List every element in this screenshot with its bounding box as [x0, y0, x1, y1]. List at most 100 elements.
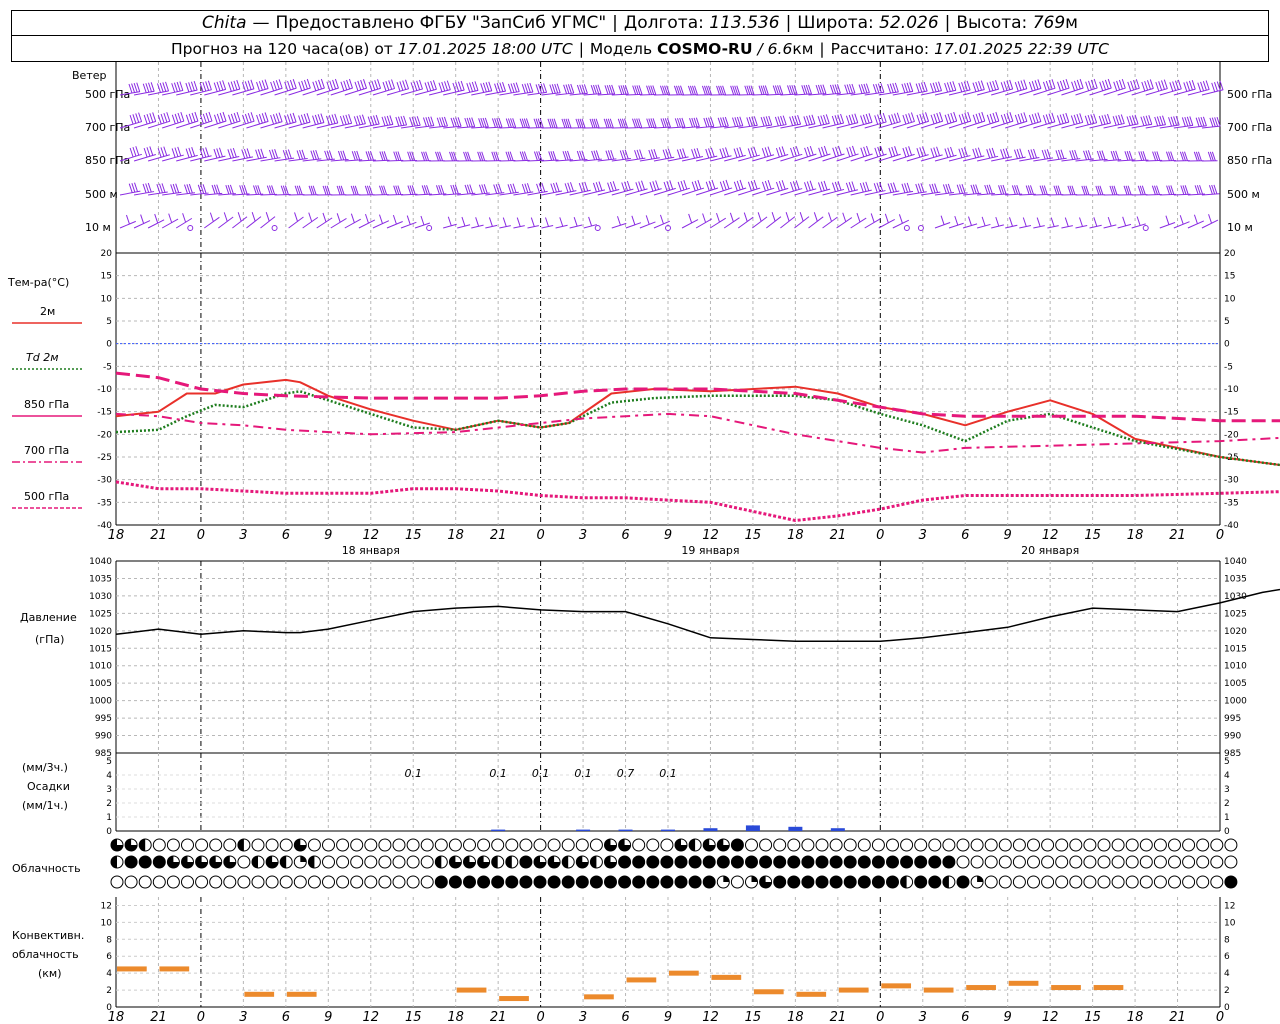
wind-barb-feather	[275, 113, 280, 123]
wind-barb-feather	[494, 83, 499, 93]
cloud-symbol	[1111, 855, 1125, 869]
cloud-symbol	[1224, 838, 1238, 852]
wind-barb-feather	[890, 182, 895, 193]
wind-barb-feather	[510, 183, 514, 194]
wind-barb-feather	[150, 82, 155, 92]
conv-ytick-left: 6	[106, 952, 112, 962]
wind-barb-feather	[1173, 116, 1178, 126]
temp-series-1	[115, 390, 1280, 467]
cloud-symbol	[589, 838, 603, 852]
precip-ytick-left: 0	[106, 827, 112, 837]
wind-barb-feather	[677, 181, 682, 192]
wind-barb-feather	[719, 181, 724, 191]
wind-barb-feather	[1065, 78, 1070, 89]
wind-barb-shaft	[1117, 223, 1132, 229]
wind-barb-feather	[915, 83, 920, 93]
pressure-ytick-left: 1040	[89, 557, 112, 567]
wind-barb-feather	[329, 80, 334, 91]
temp-ytick-right: 0	[1224, 340, 1230, 350]
cloud-fill	[519, 856, 532, 868]
wind-barb-feather	[143, 147, 148, 158]
cloud-symbol	[1168, 875, 1181, 889]
wind-barb-feather	[961, 147, 966, 158]
wind-barb-feather	[306, 113, 311, 123]
wind-barb-shaft	[948, 222, 964, 229]
wind-barb-feather	[350, 213, 355, 223]
wind-barb-feather	[682, 148, 687, 158]
wind-barb-feather	[958, 82, 963, 93]
wind-barb-feather	[258, 81, 263, 91]
cloud-fill	[886, 876, 899, 888]
wind-barb-feather	[185, 114, 190, 124]
wind-barb-feather	[499, 82, 504, 92]
wind-barb-feather	[1159, 115, 1164, 126]
precip-bar	[830, 828, 845, 831]
wind-barb-feather	[569, 182, 574, 192]
wind-barb-feather	[320, 113, 325, 123]
wind-barb-feather	[340, 81, 345, 91]
conv-segment	[584, 994, 614, 1000]
wind-barb-feather	[848, 114, 853, 125]
cloud-fill	[830, 876, 843, 888]
wind-barb-feather	[171, 114, 176, 124]
wind-barb-feather	[427, 81, 432, 91]
wind-barb-feather	[216, 148, 221, 158]
wind-barb-shaft	[1187, 220, 1204, 229]
wind-barb-feather	[972, 148, 977, 159]
wind-barb-feather	[1172, 81, 1177, 91]
wind-barb-feather	[257, 149, 262, 159]
wind-barb-feather	[418, 79, 423, 90]
wind-barb-feather	[636, 149, 641, 160]
wind-barb-feather	[516, 217, 521, 227]
wind-barb-feather	[1141, 81, 1146, 92]
wind-barb-feather	[1186, 81, 1191, 91]
wind-barb-feather	[981, 111, 986, 122]
cloud-half	[139, 839, 146, 851]
temp-ytick-left: 0	[106, 340, 112, 350]
wind-barb-feather	[767, 146, 772, 156]
wind-barb-feather	[1045, 114, 1050, 124]
wind-barb-feather	[1071, 81, 1076, 91]
precip-unit3: (мм/3ч.)	[22, 761, 68, 774]
cloud-symbol	[251, 838, 265, 852]
cloud-symbol	[181, 875, 194, 889]
cloud-symbol	[1125, 875, 1139, 889]
wind-barb-feather	[975, 113, 980, 124]
wind-barb-feather	[865, 181, 870, 192]
wind-barb-feather	[230, 148, 235, 158]
wind-barb-feather	[171, 83, 176, 93]
wind-barb-feather	[806, 146, 811, 157]
wind-barb-feather	[935, 82, 940, 92]
wind-barb-feather	[1014, 81, 1019, 92]
wind-barb-feather	[806, 181, 811, 191]
wind-barb-feather	[168, 213, 173, 223]
wind-barb-feather	[1107, 216, 1112, 227]
wind-barb-feather	[966, 80, 971, 91]
wind-barb-feather	[1009, 112, 1014, 122]
wind-barb-feather	[617, 216, 621, 226]
conv-segment	[966, 985, 996, 991]
wind-barb-feather	[301, 80, 306, 91]
wind-barb-feather	[388, 80, 393, 90]
cloud-symbol	[1182, 875, 1196, 889]
wind-barb-feather	[377, 79, 381, 89]
wind-barb-feather	[831, 182, 836, 192]
cloud-fill	[858, 856, 871, 868]
wind-barb-feather	[460, 80, 465, 91]
wind-barb-feather	[892, 182, 897, 192]
wind-barb-feather	[396, 82, 401, 92]
wind-barb-feather	[395, 116, 400, 127]
wind-barb-feather	[1051, 112, 1056, 122]
conv-segment	[499, 996, 529, 1002]
wind-barb-feather	[541, 182, 546, 193]
wind-barb-shaft	[175, 217, 193, 229]
wind-barb-feather	[764, 180, 769, 191]
wind-barb-feather	[708, 148, 712, 158]
wind-barb-feather	[389, 115, 394, 125]
wind-barb-feather	[156, 184, 161, 194]
wind-barb-feather	[739, 147, 744, 157]
wind-calm	[1142, 225, 1149, 231]
wind-barb-feather	[761, 181, 766, 192]
cloud-symbol	[1041, 855, 1055, 869]
conv-segment	[838, 987, 869, 993]
